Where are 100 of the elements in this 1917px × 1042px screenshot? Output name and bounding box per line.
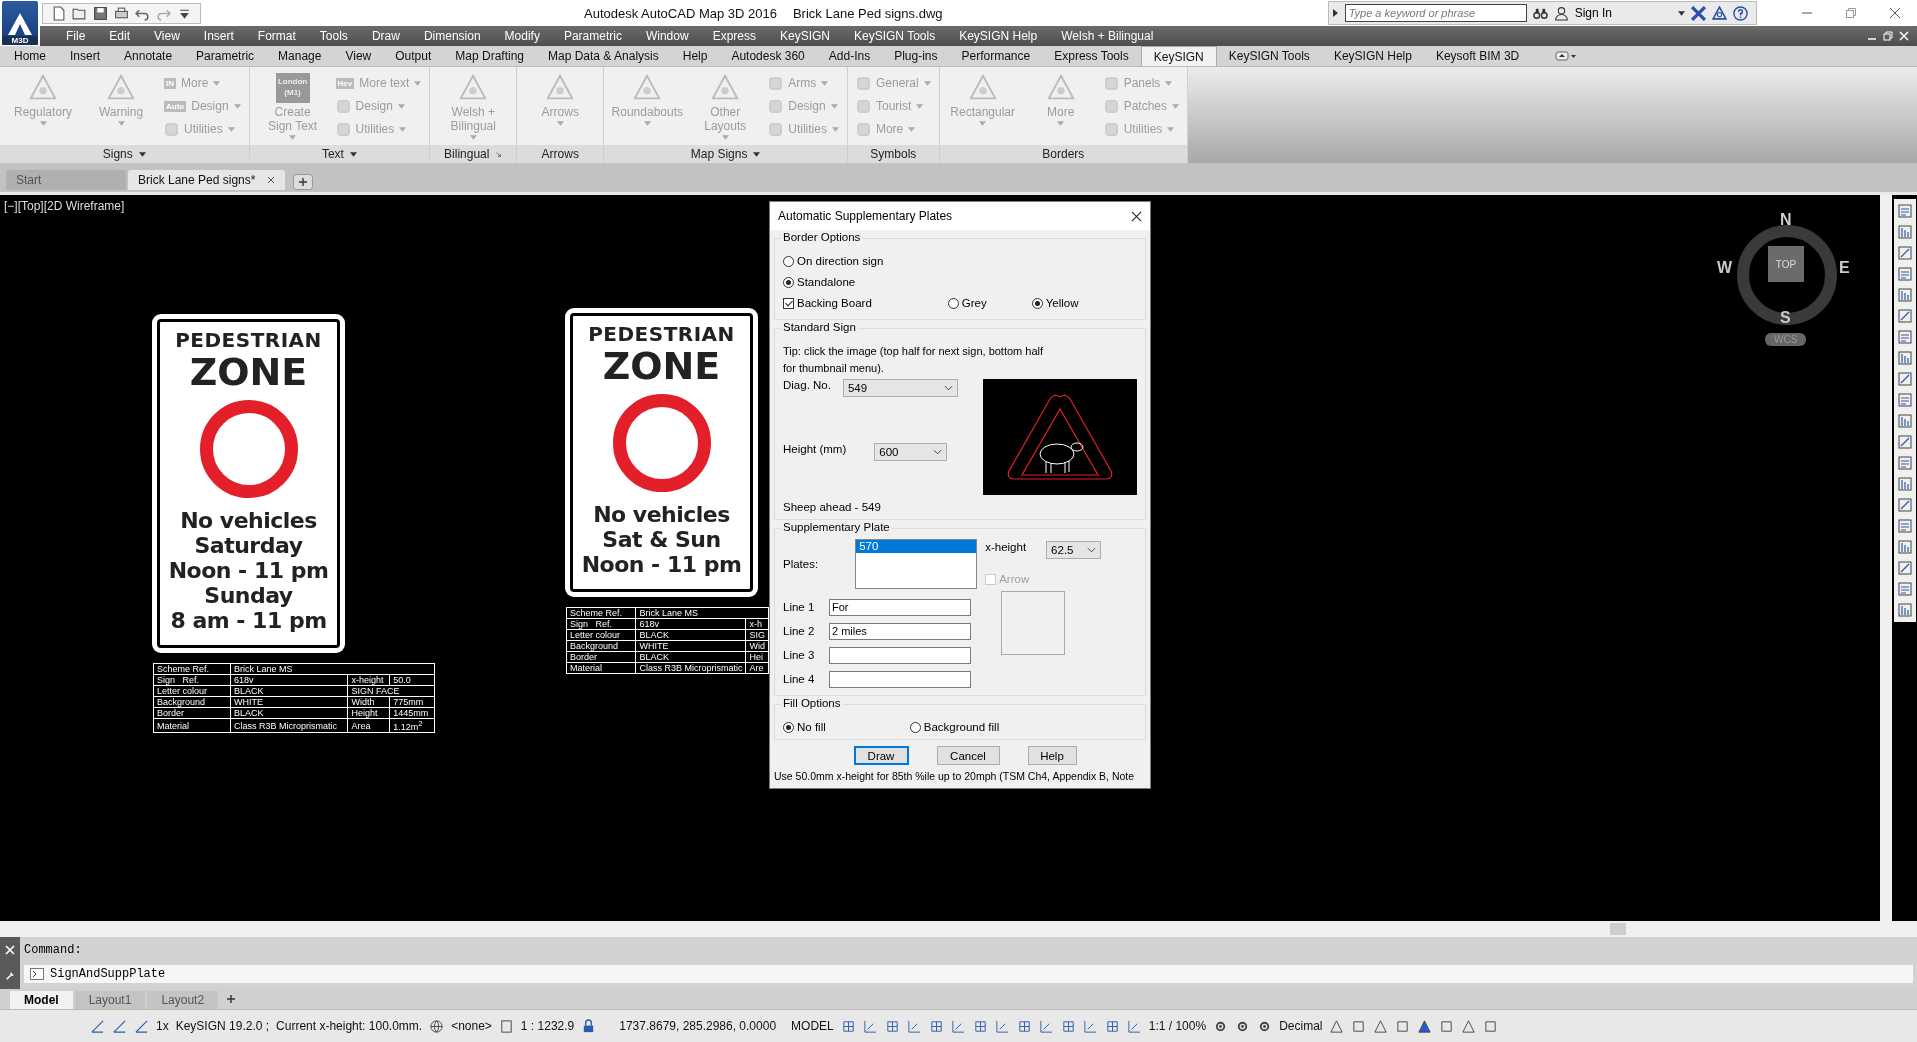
sign-preview-drawing[interactable] [983, 379, 1137, 495]
user-icon[interactable] [1553, 5, 1569, 21]
menu-item[interactable]: Insert [191, 29, 246, 43]
close-icon[interactable] [267, 176, 276, 184]
tool-icon[interactable] [1897, 224, 1913, 240]
ribbon-tab[interactable]: Map Data & Analysis [536, 46, 671, 66]
wrench-icon[interactable] [5, 971, 15, 981]
viewcube-face[interactable]: TOP [1768, 246, 1804, 282]
tool-icon[interactable] [1897, 602, 1913, 618]
tool-icon[interactable] [1897, 497, 1913, 513]
caret-icon[interactable] [138, 151, 146, 157]
menu-item[interactable]: Draw [359, 29, 412, 43]
drafting-tool-icon[interactable] [994, 1018, 1010, 1034]
ribbon-tab[interactable]: Help [670, 46, 720, 66]
tool-icon[interactable] [1897, 518, 1913, 534]
layout-tab[interactable]: Layout2 [147, 991, 219, 1009]
search-field[interactable]: Type a keyword or phrase [1344, 4, 1527, 22]
diagram-dropdown[interactable]: 549 [842, 379, 958, 397]
caret-icon[interactable] [1678, 10, 1685, 16]
ribbon-tab[interactable]: Plug-ins [882, 46, 950, 66]
drafting-tool-icon[interactable] [884, 1018, 900, 1034]
panel-title[interactable]: Signs [0, 145, 249, 163]
radio-option[interactable]: No fill [783, 717, 826, 737]
drafting-tool-icon[interactable] [1082, 1018, 1098, 1034]
panel-title[interactable]: Bilingual [430, 145, 517, 163]
menu-item[interactable]: Parametric [551, 29, 634, 43]
drafting-tool-icon[interactable] [1104, 1018, 1120, 1034]
tool-icon[interactable] [1897, 392, 1913, 408]
tool-icon[interactable] [1897, 413, 1913, 429]
status-tool-icon[interactable] [1373, 1018, 1389, 1034]
status-text[interactable]: MODEL [791, 1019, 834, 1033]
ribbon-tab[interactable]: KeySIGN Help [1321, 46, 1424, 66]
menu-item[interactable]: Welsh + Bilingual [1049, 29, 1166, 43]
status-tool-icon[interactable] [1329, 1018, 1345, 1034]
status-text[interactable]: Decimal [1279, 1019, 1323, 1033]
radio-option[interactable]: Yellow [1031, 293, 1079, 313]
dialog-button[interactable]: Draw [853, 746, 909, 765]
menu-item[interactable]: Format [245, 29, 308, 43]
compass-letter[interactable]: W [1717, 259, 1733, 277]
restore-icon[interactable] [1883, 31, 1893, 41]
ribbon-tab[interactable]: Express Tools [1042, 46, 1141, 66]
file-tab[interactable]: Start [6, 170, 126, 190]
dialog-button[interactable]: Help [1027, 746, 1077, 765]
status-tool-icon[interactable] [1417, 1018, 1433, 1034]
list-item[interactable]: 570 [856, 540, 977, 553]
radio-option[interactable]: Standalone [783, 272, 1137, 292]
compass-letter[interactable]: S [1780, 309, 1791, 327]
drafting-tool-icon[interactable] [1126, 1018, 1142, 1034]
expand-icon[interactable] [1330, 8, 1339, 18]
ribbon-tab[interactable]: Autodesk 360 [719, 46, 817, 66]
snap-icon[interactable] [134, 1018, 149, 1034]
text-field[interactable]: For [829, 598, 971, 616]
layout-tab[interactable]: Layout1 [74, 991, 146, 1009]
globe-icon[interactable] [429, 1018, 445, 1034]
tool-icon[interactable] [1897, 203, 1913, 219]
ribbon-tab[interactable]: Insert [58, 46, 113, 66]
print-icon[interactable] [114, 5, 129, 21]
viewport-label[interactable]: [−][Top][2D Wireframe] [4, 199, 125, 213]
drafting-tool-icon[interactable] [840, 1018, 856, 1034]
text-field[interactable]: 2 miles [829, 622, 971, 640]
menu-item[interactable]: Window [633, 29, 701, 43]
ribbon-tab[interactable]: Annotate [112, 46, 185, 66]
horizontal-scrollbar[interactable] [0, 921, 1917, 937]
compass-letter[interactable]: N [1780, 211, 1792, 229]
height-dropdown[interactable]: 600 [874, 443, 948, 461]
tool-icon[interactable] [1897, 371, 1913, 387]
menu-item[interactable]: Tools [307, 29, 360, 43]
dialog-button[interactable]: Cancel [936, 746, 1000, 765]
status-text[interactable]: 1:1 / 100% [1148, 1019, 1207, 1033]
restore-icon[interactable] [1845, 7, 1857, 19]
caret-icon[interactable] [753, 151, 761, 157]
drafting-tool-icon[interactable] [972, 1018, 988, 1034]
menu-item[interactable]: KeySIGN Help [947, 29, 1050, 43]
tool-icon[interactable] [1897, 476, 1913, 492]
panel-title[interactable]: Arrows [517, 145, 604, 163]
ribbon-tab[interactable]: Output [383, 46, 444, 66]
menu-item[interactable]: File [54, 29, 98, 43]
text-field[interactable] [829, 646, 971, 664]
x-height-dropdown[interactable]: 62.5 [1046, 541, 1102, 559]
tool-icon[interactable] [1897, 266, 1913, 282]
tool-icon[interactable] [1897, 350, 1913, 366]
checkbox-option[interactable]: Backing Board [783, 293, 872, 313]
status-text[interactable]: 1 : 1232.9 [520, 1019, 575, 1033]
ribbon-tab[interactable]: Performance [949, 46, 1043, 66]
close-icon[interactable] [1131, 210, 1142, 222]
drafting-tool-icon[interactable] [862, 1018, 878, 1034]
menu-item[interactable]: View [142, 29, 192, 43]
tool-icon[interactable] [1897, 287, 1913, 303]
file-tab[interactable]: Brick Lane Ped signs* [128, 170, 286, 190]
drafting-tool-icon[interactable] [1060, 1018, 1076, 1034]
radio-option[interactable]: Background fill [909, 717, 1000, 737]
radio-option[interactable]: On direction sign [783, 251, 1137, 271]
tool-icon[interactable] [1897, 581, 1913, 597]
status-tool-icon[interactable] [1395, 1018, 1411, 1034]
app-menu-button[interactable]: M3D [2, 1, 38, 45]
status-tool-icon[interactable] [1351, 1018, 1367, 1034]
ribbon-tab[interactable]: Keysoft BIM 3D [1423, 46, 1532, 66]
ribbon-tab[interactable]: KeySIGN Tools [1216, 46, 1322, 66]
status-tool-icon[interactable] [1461, 1018, 1477, 1034]
caret-icon[interactable] [349, 151, 357, 157]
